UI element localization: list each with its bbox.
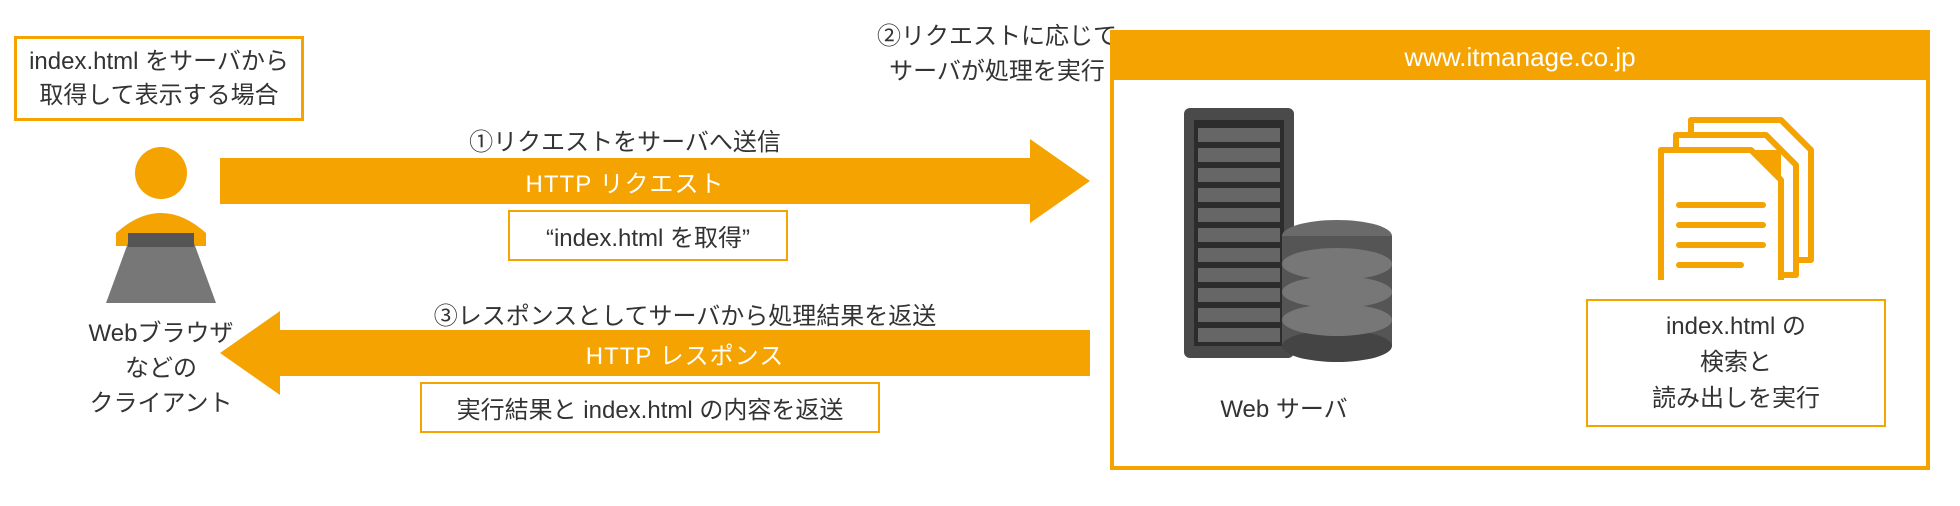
step1-label: ①リクエストをサーバへ送信 bbox=[220, 122, 1030, 157]
server-label: Web サーバ bbox=[1154, 389, 1414, 424]
step2-label: ②リクエストに応じて サーバが処理を実行 bbox=[867, 20, 1127, 90]
document-area: index.html の 検索と 読み出しを実行 bbox=[1586, 110, 1886, 427]
request-sub-box: “index.html を取得” bbox=[508, 210, 788, 261]
server-area: Web サーバ bbox=[1154, 98, 1414, 424]
arrow-head-left-icon bbox=[220, 311, 280, 395]
step3-label: ③レスポンスとしてサーバから処理結果を返送 bbox=[280, 296, 1090, 331]
document-icon bbox=[1641, 110, 1831, 280]
request-bar-label: HTTP リクエスト bbox=[220, 158, 1030, 204]
response-arrow: HTTP レスポンス bbox=[220, 330, 1090, 376]
caption-box: index.html をサーバから 取得して表示する場合 bbox=[14, 36, 304, 121]
response-bar-label: HTTP レスポンス bbox=[280, 330, 1090, 376]
server-title-bar: www.itmanage.co.jp bbox=[1114, 34, 1926, 80]
server-container: www.itmanage.co.jp bbox=[1110, 30, 1930, 470]
server-icon bbox=[1164, 98, 1404, 378]
request-arrow: HTTP リクエスト bbox=[220, 158, 1090, 204]
caption-text: index.html をサーバから 取得して表示する場合 bbox=[29, 48, 289, 109]
document-caption: index.html の 検索と 読み出しを実行 bbox=[1586, 299, 1886, 427]
response-sub-box: 実行結果と index.html の内容を返送 bbox=[420, 382, 880, 433]
arrow-head-right-icon bbox=[1030, 139, 1090, 223]
